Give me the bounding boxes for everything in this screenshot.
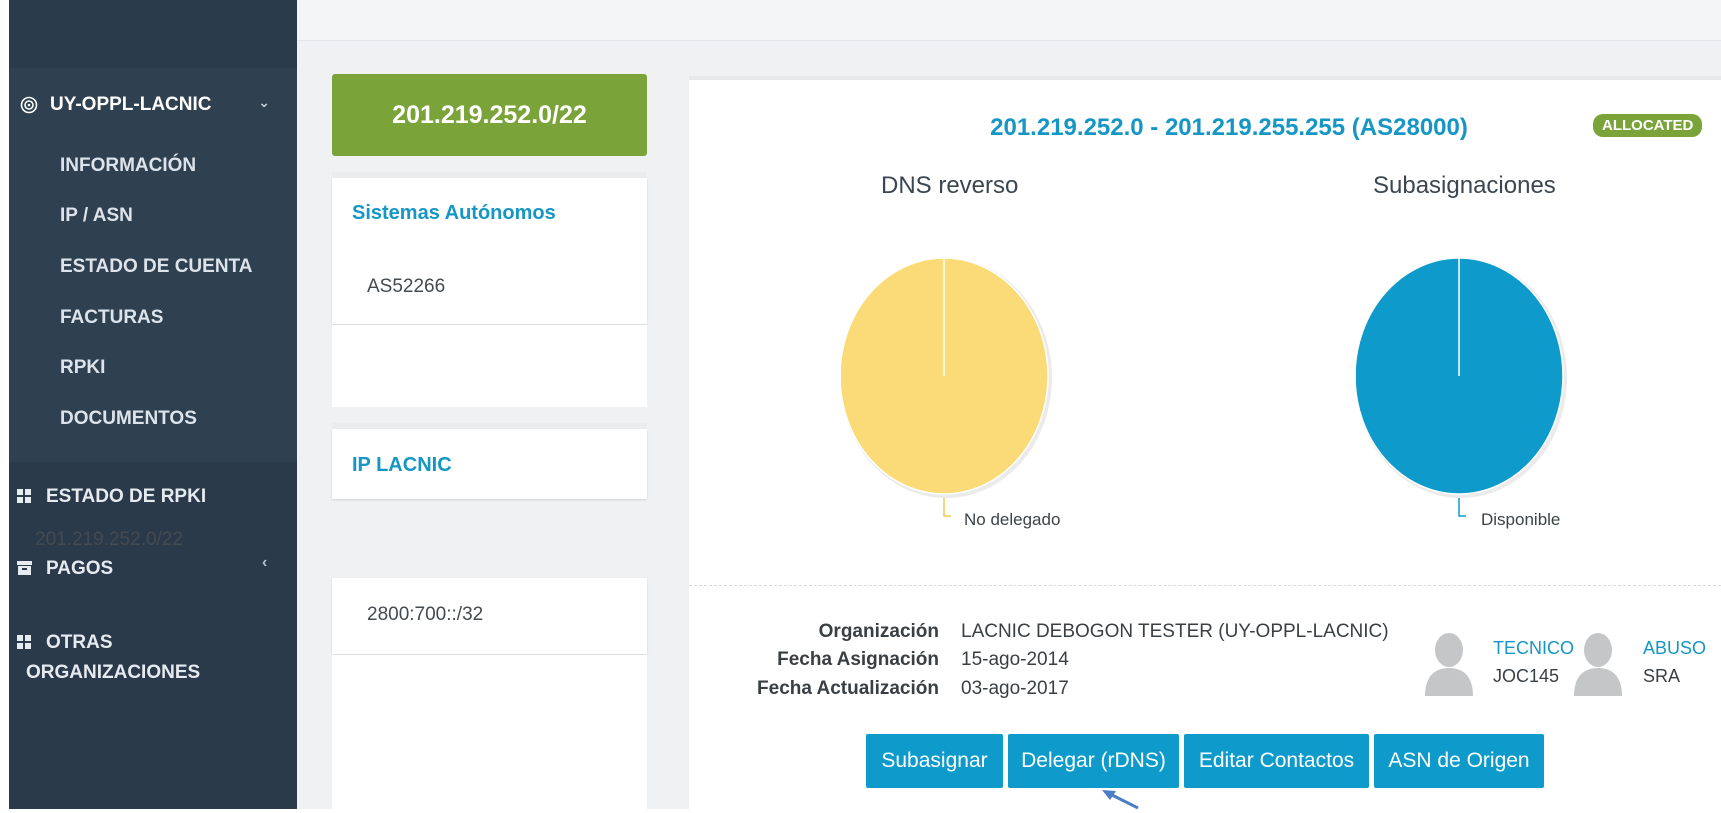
- sidebar-item-documentos[interactable]: DOCUMENTOS: [60, 408, 197, 430]
- arrow-pointer-icon: [1102, 790, 1139, 809]
- sidebar-item-label: ESTADO DE RPKI: [46, 486, 207, 507]
- subasignar-button[interactable]: Subasignar: [866, 734, 1003, 788]
- editar-contactos-button[interactable]: Editar Contactos: [1184, 734, 1369, 788]
- status-badge: ALLOCATED: [1593, 114, 1703, 137]
- contact-abuso-handle: SRA: [1643, 666, 1681, 686]
- assignment-date-label: Fecha Asignación: [777, 649, 939, 670]
- sidebar-org-label: UY-OPPL-LACNIC: [50, 94, 212, 115]
- asn-card: Sistemas Autónomos AS52266: [332, 178, 647, 324]
- sidebar-item-organization[interactable]: UY-OPPL-LACNIC ⌄: [20, 92, 270, 118]
- pie-slice-label: Disponible: [1481, 510, 1561, 529]
- sidebar: [9, 0, 297, 809]
- update-date-label: Fecha Actualización: [757, 678, 939, 699]
- pie-label-connector: [943, 498, 951, 517]
- target-icon: [20, 96, 38, 114]
- sidebar-item-informacion[interactable]: INFORMACIÓN: [60, 155, 196, 177]
- delegar-rdns-button[interactable]: Delegar (rDNS): [1008, 734, 1179, 788]
- sidebar-item-pagos[interactable]: PAGOS ‹: [17, 554, 282, 580]
- asn-list-item[interactable]: AS52266: [367, 276, 445, 298]
- contact-abuso-link[interactable]: ABUSO: [1643, 638, 1706, 659]
- pie-slice-label: No delegado: [964, 510, 1061, 529]
- sidebar-item-otras-organizaciones[interactable]: OTRAS ORGANIZACIONES: [17, 632, 200, 684]
- sidebar-item-label: PAGOS: [46, 558, 114, 579]
- asn-card-empty-area: [332, 325, 647, 407]
- grid-icon: [17, 635, 32, 649]
- dns-reverso-title: DNS reverso: [881, 172, 1019, 199]
- sidebar-item-estado-rpki[interactable]: ESTADO DE RPKI: [17, 486, 206, 508]
- grid-icon: [17, 489, 32, 503]
- contact-tecnico-link[interactable]: TECNICO: [1493, 638, 1574, 659]
- sidebar-item-label-line2: ORGANIZACIONES: [26, 662, 201, 683]
- main-panel: 201.219.252.0 - 201.219.255.255 (AS28000…: [689, 76, 1721, 813]
- sidebar-item-rpki[interactable]: RPKI: [60, 357, 105, 379]
- user-avatar-icon: [1574, 633, 1622, 696]
- update-date-value: 03-ago-2017: [961, 678, 1069, 699]
- section-divider: [689, 585, 1721, 586]
- dns-reverso-pie-chart: [841, 258, 1052, 517]
- ip-card-empty-area: [332, 655, 647, 809]
- user-avatar-icon: [1425, 633, 1473, 696]
- ip-card-header: IP LACNIC: [332, 429, 647, 499]
- ip-list-item[interactable]: 201.219.252.0/22: [35, 529, 183, 551]
- top-bar: [297, 0, 1721, 41]
- chevron-down-icon[interactable]: ⌄: [258, 94, 270, 111]
- ip-list-item[interactable]: 2800:700::/32: [332, 578, 647, 654]
- organization-value: LACNIC DEBOGON TESTER (UY-OPPL-LACNIC): [961, 621, 1389, 642]
- selected-prefix-button[interactable]: 201.219.252.0/22: [332, 74, 647, 156]
- organization-label: Organización: [818, 621, 939, 642]
- sidebar-item-label-line1: OTRAS: [46, 632, 113, 653]
- ip-list-item-label: 2800:700::/32: [367, 604, 484, 625]
- archive-icon: [17, 561, 32, 575]
- ip-range-title: 201.219.252.0 - 201.219.255.255 (AS28000…: [990, 114, 1468, 141]
- sidebar-item-ip-asn[interactable]: IP / ASN: [60, 205, 133, 227]
- pie-label-connector: [1458, 498, 1466, 517]
- subasignaciones-pie-chart: [1356, 258, 1567, 517]
- sidebar-item-facturas[interactable]: FACTURAS: [60, 307, 163, 329]
- asn-de-origen-button[interactable]: ASN de Origen: [1374, 734, 1544, 788]
- asn-card-title: Sistemas Autónomos: [352, 202, 556, 224]
- ip-card-title: IP LACNIC: [352, 454, 452, 476]
- subasignaciones-title: Subasignaciones: [1373, 172, 1556, 199]
- sidebar-logo-area: [9, 0, 297, 68]
- sidebar-item-estado-de-cuenta[interactable]: ESTADO DE CUENTA: [60, 256, 252, 278]
- assignment-date-value: 15-ago-2014: [961, 649, 1069, 670]
- contact-tecnico-handle: JOC145: [1493, 666, 1560, 686]
- chevron-left-icon[interactable]: ‹: [262, 554, 267, 572]
